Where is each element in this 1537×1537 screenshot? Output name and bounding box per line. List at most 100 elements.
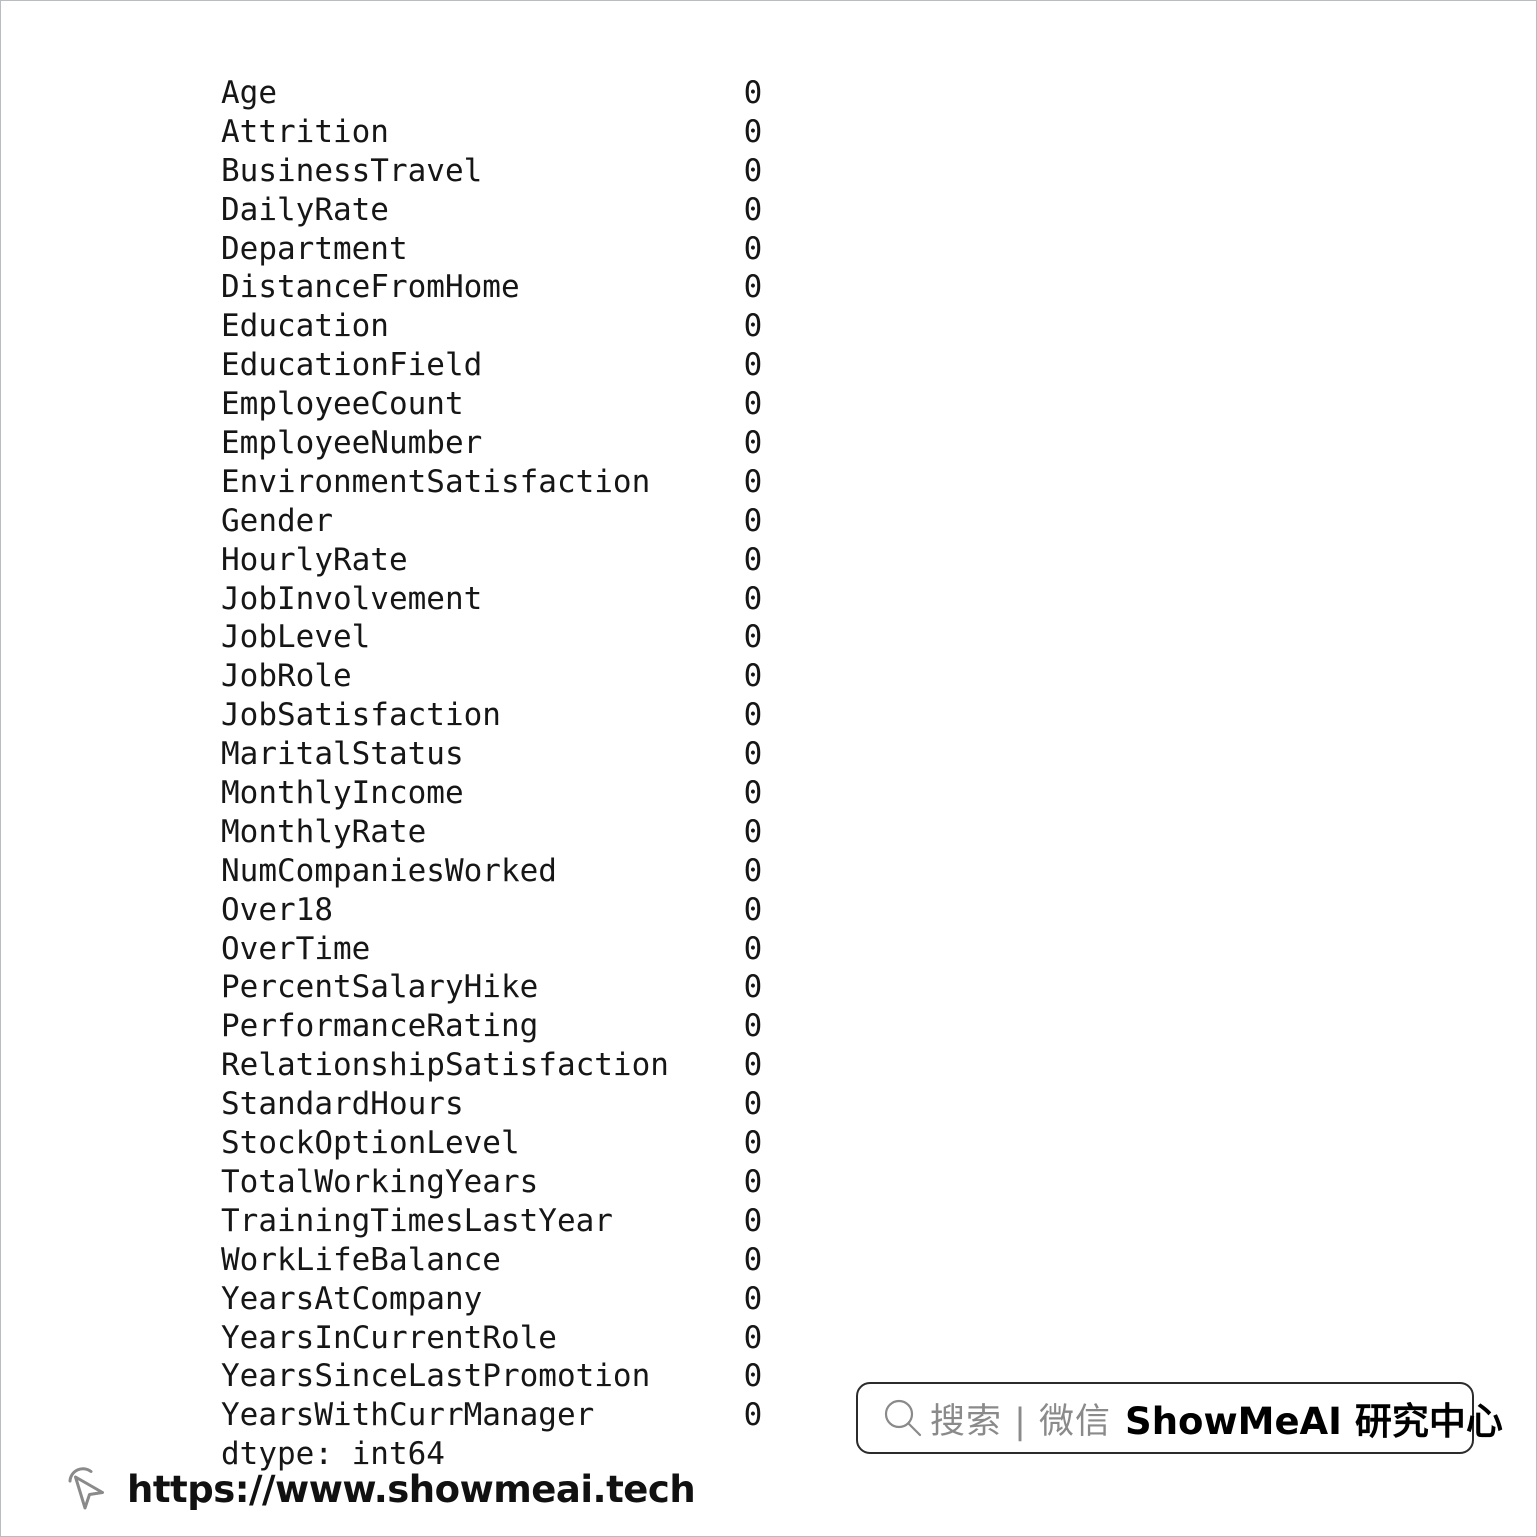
series-index-label: TrainingTimesLastYear <box>221 1202 613 1239</box>
series-index-label: YearsWithCurrManager <box>221 1397 595 1434</box>
page-root: Age 0 Attrition 0 BusinessTravel 0 DailyRat… <box>0 0 1537 1537</box>
series-row: JobSatisfaction 0 <box>221 696 762 735</box>
series-column-gap <box>594 1397 743 1433</box>
series-value: 0 <box>743 619 763 656</box>
series-value: 0 <box>743 813 763 850</box>
series-value: 0 <box>743 852 763 889</box>
series-value: 0 <box>743 191 763 228</box>
series-index-label: JobSatisfaction <box>221 697 501 734</box>
series-row: Attrition 0 <box>221 113 762 152</box>
series-column-gap <box>613 1203 744 1239</box>
series-index-label: MaritalStatus <box>221 736 464 773</box>
watermark-brand-label: ShowMeAI 研究中心 <box>1125 1400 1503 1443</box>
series-value: 0 <box>743 1008 763 1045</box>
series-index-label: Department <box>221 230 408 267</box>
series-index-label: EmployeeCount <box>221 386 464 423</box>
series-index-label: WorkLifeBalance <box>221 1241 501 1278</box>
series-row: DistanceFromHome 0 <box>221 268 762 307</box>
series-value: 0 <box>743 463 763 500</box>
series-value: 0 <box>743 386 763 423</box>
series-row: JobLevel 0 <box>221 618 762 657</box>
series-index-label: StandardHours <box>221 1086 464 1123</box>
series-row: Age 0 <box>221 74 762 113</box>
series-column-gap <box>501 697 744 733</box>
series-row: RelationshipSatisfaction 0 <box>221 1046 762 1085</box>
series-value: 0 <box>743 1125 763 1162</box>
series-index-label: StockOptionLevel <box>221 1125 520 1162</box>
series-column-gap <box>538 1008 743 1044</box>
series-value: 0 <box>743 658 763 695</box>
series-value: 0 <box>743 1241 763 1278</box>
series-column-gap <box>370 619 743 655</box>
series-column-gap <box>482 581 743 617</box>
series-column-gap <box>482 347 743 383</box>
series-value: 0 <box>743 1319 763 1356</box>
series-value: 0 <box>743 969 763 1006</box>
series-index-label: PercentSalaryHike <box>221 969 539 1006</box>
series-column-gap <box>520 1125 744 1161</box>
series-row: EducationField 0 <box>221 346 762 385</box>
series-value: 0 <box>743 775 763 812</box>
series-value: 0 <box>743 1358 763 1395</box>
series-column-gap <box>352 658 744 694</box>
series-index-label: Gender <box>221 502 333 539</box>
series-index-label: HourlyRate <box>221 541 408 578</box>
series-column-gap <box>389 192 744 228</box>
watermark-gray-label: 搜索 | 微信 <box>930 1401 1112 1442</box>
series-row: MonthlyRate 0 <box>221 813 762 852</box>
series-value: 0 <box>743 152 763 189</box>
series-index-label: Attrition <box>221 113 389 150</box>
series-column-gap <box>482 153 743 189</box>
series-column-gap <box>557 1320 744 1356</box>
series-index-label: BusinessTravel <box>221 152 483 189</box>
series-index-label: Age <box>221 75 277 111</box>
series-column-gap <box>408 542 744 578</box>
series-column-gap <box>557 853 744 889</box>
series-value: 0 <box>743 230 763 267</box>
series-column-gap <box>464 1086 744 1122</box>
series-column-gap <box>650 1358 743 1394</box>
series-column-gap <box>333 503 744 539</box>
series-value: 0 <box>743 1280 763 1317</box>
series-index-label: PerformanceRating <box>221 1008 539 1045</box>
watermark-badge: 搜索 | 微信 ShowMeAI 研究中心 <box>856 1382 1503 1454</box>
series-value: 0 <box>743 1397 763 1434</box>
series-value: 0 <box>743 1163 763 1200</box>
series-value: 0 <box>743 347 763 384</box>
series-index-label: EmployeeNumber <box>221 425 483 462</box>
series-row: JobRole 0 <box>221 657 762 696</box>
series-column-gap <box>389 308 744 344</box>
series-column-gap <box>669 1047 744 1083</box>
series-column-gap <box>277 75 744 111</box>
series-index-label: RelationshipSatisfaction <box>221 1047 669 1084</box>
series-column-gap <box>538 969 743 1005</box>
series-value: 0 <box>743 697 763 734</box>
series-column-gap <box>482 1281 743 1317</box>
series-row: YearsWithCurrManager 0 <box>221 1396 762 1435</box>
series-value: 0 <box>743 269 763 306</box>
series-row: Gender 0 <box>221 502 762 541</box>
series-row: YearsSinceLastPromotion 0 <box>221 1357 762 1396</box>
series-column-gap <box>389 114 744 150</box>
series-index-label: OverTime <box>221 930 371 967</box>
series-index-label: EducationField <box>221 347 483 384</box>
series-row: PercentSalaryHike 0 <box>221 968 762 1007</box>
series-row: YearsInCurrentRole 0 <box>221 1319 762 1358</box>
series-value: 0 <box>743 736 763 773</box>
series-row: EmployeeNumber 0 <box>221 424 762 463</box>
series-value: 0 <box>743 1047 763 1084</box>
series-row: MonthlyIncome 0 <box>221 774 762 813</box>
series-column-gap <box>464 386 744 422</box>
series-column-gap <box>650 464 743 500</box>
series-value: 0 <box>743 1202 763 1239</box>
series-row: TrainingTimesLastYear 0 <box>221 1202 762 1241</box>
series-column-gap <box>333 892 744 928</box>
series-row: DailyRate 0 <box>221 191 762 230</box>
series-index-label: JobRole <box>221 658 352 695</box>
series-index-label: DistanceFromHome <box>221 269 520 306</box>
series-column-gap <box>538 1164 743 1200</box>
series-row: WorkLifeBalance 0 <box>221 1241 762 1280</box>
series-row: MaritalStatus 0 <box>221 735 762 774</box>
series-index-label: NumCompaniesWorked <box>221 852 557 889</box>
series-value: 0 <box>743 502 763 539</box>
